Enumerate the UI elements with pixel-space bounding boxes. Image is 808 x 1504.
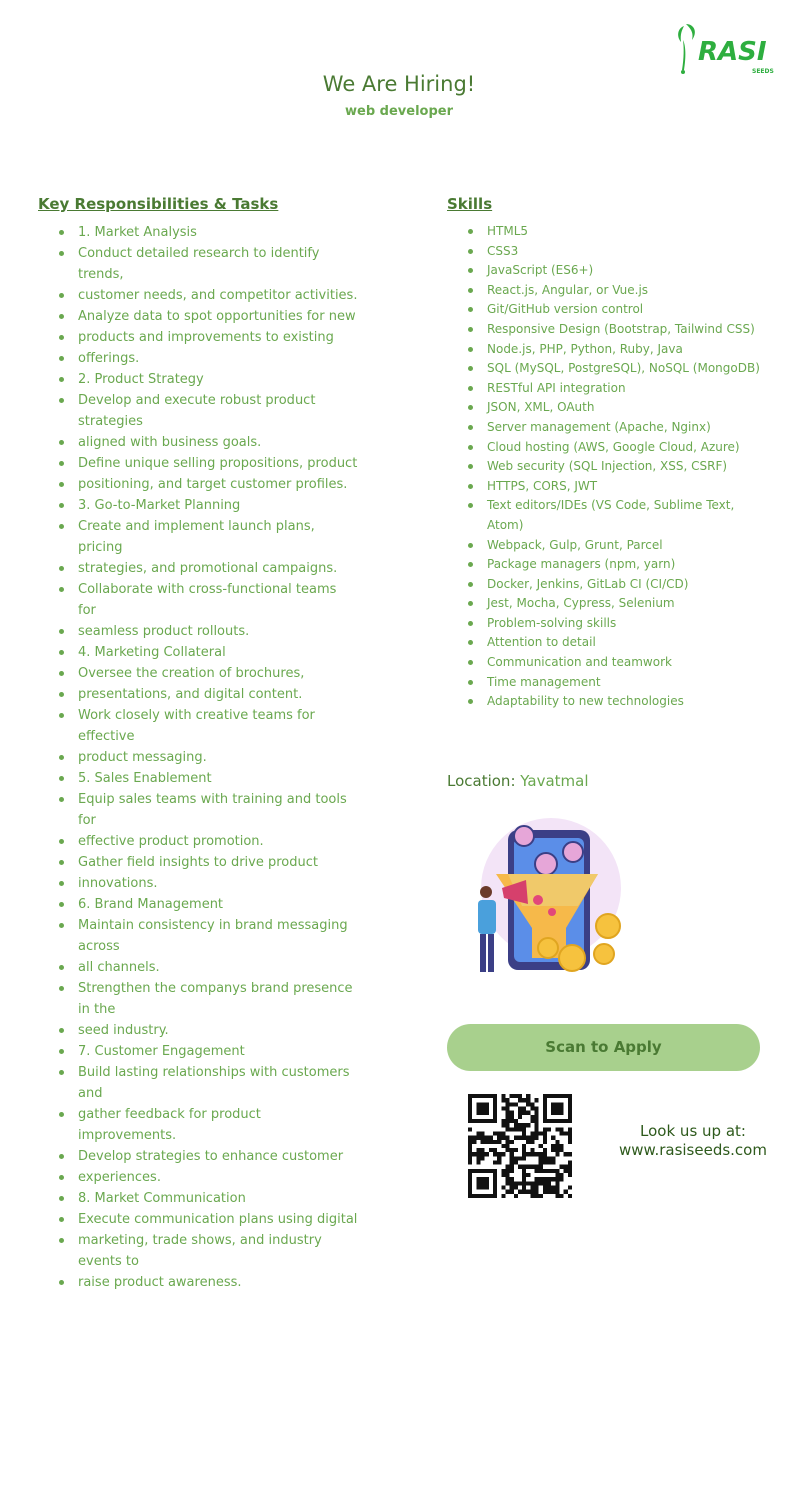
- skill-item: Docker, Jenkins, GitLab CI (CI/CD): [467, 575, 767, 595]
- responsibilities-heading: Key Responsibilities & Tasks: [38, 195, 279, 213]
- responsibility-item: Work closely with creative teams for eff…: [58, 705, 358, 747]
- skill-item: Node.js, PHP, Python, Ruby, Java: [467, 340, 767, 360]
- skill-item: JSON, XML, OAuth: [467, 398, 767, 418]
- website-url[interactable]: www.rasiseeds.com: [608, 1141, 778, 1160]
- responsibility-item: 4. Marketing Collateral: [58, 642, 358, 663]
- location-value: Yavatmal: [520, 772, 589, 790]
- skills-heading: Skills: [447, 195, 493, 213]
- skill-item: Cloud hosting (AWS, Google Cloud, Azure): [467, 438, 767, 458]
- responsibility-item: Equip sales teams with training and tool…: [58, 789, 358, 831]
- responsibility-item: all channels.: [58, 957, 358, 978]
- location-label: Location:: [447, 772, 516, 790]
- responsibility-item: 2. Product Strategy: [58, 369, 358, 390]
- responsibility-item: Define unique selling propositions, prod…: [58, 453, 358, 474]
- skill-item: Jest, Mocha, Cypress, Selenium: [467, 594, 767, 614]
- rasi-seeds-logo: RASI SEEDS: [678, 24, 774, 75]
- responsibility-item: Analyze data to spot opportunities for n…: [58, 306, 358, 327]
- skill-item: Text editors/IDEs (VS Code, Sublime Text…: [467, 496, 767, 535]
- skill-item: SQL (MySQL, PostgreSQL), NoSQL (MongoDB): [467, 359, 767, 379]
- skill-item: CSS3: [467, 242, 767, 262]
- page-title: We Are Hiring!: [322, 72, 476, 96]
- responsibility-item: innovations.: [58, 873, 358, 894]
- website-label: Look us up at:: [640, 1122, 746, 1140]
- location: Location: Yavatmal: [447, 772, 589, 790]
- skill-item: Adaptability to new technologies: [467, 692, 767, 712]
- responsibility-item: raise product awareness.: [58, 1272, 358, 1293]
- responsibility-item: aligned with business goals.: [58, 432, 358, 453]
- skill-item: React.js, Angular, or Vue.js: [467, 281, 767, 301]
- responsibility-item: Build lasting relationships with custome…: [58, 1062, 358, 1104]
- logo-text: RASI: [698, 37, 767, 67]
- skill-item: Server management (Apache, Nginx): [467, 418, 767, 438]
- responsibility-item: gather feedback for product improvements…: [58, 1104, 358, 1146]
- responsibility-item: Maintain consistency in brand messaging …: [58, 915, 358, 957]
- responsibility-item: product messaging.: [58, 747, 358, 768]
- skill-item: Time management: [467, 673, 767, 693]
- responsibility-item: Strengthen the companys brand presence i…: [58, 978, 358, 1020]
- skill-item: Package managers (npm, yarn): [467, 555, 767, 575]
- responsibility-item: 7. Customer Engagement: [58, 1041, 358, 1062]
- responsibility-item: seamless product rollouts.: [58, 621, 358, 642]
- skill-item: Problem-solving skills: [467, 614, 767, 634]
- responsibility-item: Collaborate with cross-functional teams …: [58, 579, 358, 621]
- responsibility-item: 3. Go-to-Market Planning: [58, 495, 358, 516]
- skill-item: HTML5: [467, 222, 767, 242]
- responsibility-item: Gather field insights to drive product: [58, 852, 358, 873]
- skill-item: HTTPS, CORS, JWT: [467, 477, 767, 497]
- responsibilities-list: 1. Market Analysis Conduct detailed resea…: [58, 222, 358, 1293]
- skill-item: Git/GitHub version control: [467, 300, 767, 320]
- skill-item: Web security (SQL Injection, XSS, CSRF): [467, 457, 767, 477]
- responsibility-item: seed industry.: [58, 1020, 358, 1041]
- responsibility-item: offerings.: [58, 348, 358, 369]
- skill-item: Webpack, Gulp, Grunt, Parcel: [467, 536, 767, 556]
- responsibility-item: experiences.: [58, 1167, 358, 1188]
- qr-code[interactable]: [468, 1094, 572, 1198]
- responsibility-item: Develop and execute robust product strat…: [58, 390, 358, 432]
- skill-item: JavaScript (ES6+): [467, 261, 767, 281]
- responsibility-item: 8. Market Communication: [58, 1188, 358, 1209]
- responsibility-item: Create and implement launch plans, prici…: [58, 516, 358, 558]
- skill-item: Attention to detail: [467, 633, 767, 653]
- responsibility-item: 6. Brand Management: [58, 894, 358, 915]
- skill-item: Responsive Design (Bootstrap, Tailwind C…: [467, 320, 767, 340]
- responsibility-item: products and improvements to existing: [58, 327, 358, 348]
- responsibility-item: strategies, and promotional campaigns.: [58, 558, 358, 579]
- marketing-funnel-illustration: [478, 818, 621, 972]
- skills-list: HTML5 CSS3 JavaScript (ES6+) React.js, Angu…: [467, 222, 767, 712]
- website-info: Look us up at: www.rasiseeds.com: [608, 1122, 778, 1160]
- skill-item: Communication and teamwork: [467, 653, 767, 673]
- responsibility-item: customer needs, and competitor activitie…: [58, 285, 358, 306]
- responsibility-item: effective product promotion.: [58, 831, 358, 852]
- responsibility-item: positioning, and target customer profile…: [58, 474, 358, 495]
- responsibility-item: Execute communication plans using digita…: [58, 1209, 358, 1230]
- responsibility-item: marketing, trade shows, and industry eve…: [58, 1230, 358, 1272]
- responsibility-item: 5. Sales Enablement: [58, 768, 358, 789]
- scan-to-apply-button[interactable]: Scan to Apply: [447, 1024, 760, 1071]
- job-title: web developer: [345, 104, 453, 119]
- responsibility-item: 1. Market Analysis: [58, 222, 358, 243]
- responsibility-item: Develop strategies to enhance customer: [58, 1146, 358, 1167]
- responsibility-item: Oversee the creation of brochures,: [58, 663, 358, 684]
- responsibility-item: presentations, and digital content.: [58, 684, 358, 705]
- skill-item: RESTful API integration: [467, 379, 767, 399]
- responsibility-item: Conduct detailed research to identify tr…: [58, 243, 358, 285]
